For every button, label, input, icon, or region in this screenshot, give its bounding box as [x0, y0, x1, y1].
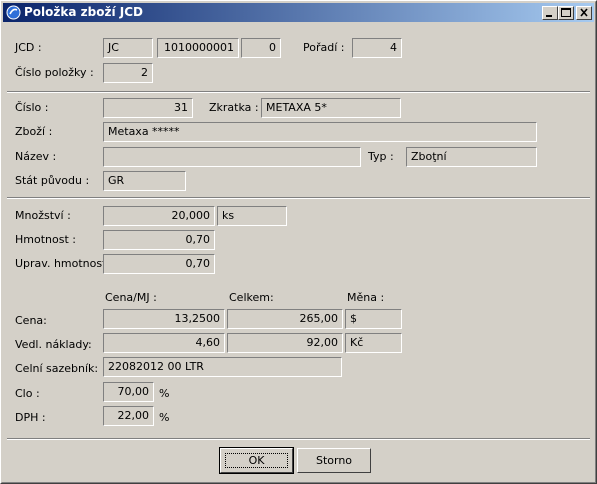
mena-header: Měna : [347, 291, 385, 304]
dph-label: DPH : [15, 411, 46, 424]
celkem-header: Celkem: [229, 291, 274, 304]
mnozstvi-label: Množství : [15, 209, 71, 222]
hmotnost-label: Hmotnost : [15, 233, 76, 246]
cena-mena-field[interactable]: $ [345, 309, 402, 329]
close-button[interactable] [576, 6, 592, 20]
cena-mj-header: Cena/MJ : [105, 291, 157, 304]
storno-button-label: Storno [315, 454, 353, 467]
cislo-field[interactable]: 31 [103, 98, 193, 118]
storno-button[interactable]: Storno [297, 448, 371, 473]
vedl-mena-field[interactable]: Kč [345, 333, 402, 353]
celni-label: Celní sazebník: [15, 362, 99, 375]
separator-2 [7, 197, 590, 199]
minimize-icon [546, 15, 552, 17]
separator-3 [7, 438, 590, 440]
app-icon [6, 5, 21, 20]
mnozstvi-field[interactable]: 20,000 [103, 206, 215, 226]
dph-field[interactable]: 22,00 [103, 406, 154, 426]
cislo-polozky-field[interactable]: 2 [103, 63, 153, 83]
maximize-icon [561, 8, 571, 17]
hmotnost-field[interactable]: 0,70 [103, 230, 215, 250]
cena-label: Cena: [15, 314, 47, 327]
cislo-polozky-label: Číslo položky : [15, 66, 94, 79]
zbozi-field[interactable]: Metaxa ***** [103, 122, 537, 142]
jcd-label: JCD : [15, 41, 42, 54]
title-bar[interactable]: Položka zboží JCD [3, 3, 594, 22]
dialog-window: Položka zboží JCD JCD : JC 1010000001 0 … [0, 0, 597, 484]
cena-celkem-field[interactable]: 265,00 [227, 309, 343, 329]
vedl-mj-field[interactable]: 4,60 [103, 333, 225, 353]
celni-field[interactable]: 22082012 00 LTR [103, 357, 342, 377]
clo-field[interactable]: 70,00 [103, 382, 154, 402]
jcd-suffix-field[interactable]: 0 [241, 38, 281, 58]
poradi-label: Pořadí : [303, 41, 345, 54]
stat-field[interactable]: GR [103, 171, 186, 191]
nazev-label: Název : [15, 150, 57, 163]
cena-mj-field[interactable]: 13,2500 [103, 309, 225, 329]
focus-rect [225, 453, 288, 468]
maximize-button[interactable] [558, 6, 574, 20]
jcd-number-field[interactable]: 1010000001 [157, 38, 239, 58]
dph-unit: % [159, 411, 170, 424]
clo-unit: % [159, 387, 170, 400]
typ-field[interactable]: Zboţní [406, 147, 537, 167]
nazev-field[interactable] [103, 147, 361, 167]
cislo-label: Číslo : [15, 101, 49, 114]
mnozstvi-unit-field[interactable]: ks [217, 206, 287, 226]
separator-1 [7, 91, 590, 93]
poradi-field[interactable]: 4 [352, 38, 402, 58]
minimize-button[interactable] [542, 6, 558, 20]
ok-button[interactable]: OK [219, 447, 294, 474]
vedl-label: Vedl. náklady: [15, 338, 92, 351]
window-title: Položka zboží JCD [24, 5, 143, 19]
typ-label: Typ : [368, 150, 394, 163]
close-icon [580, 8, 588, 17]
uprav-hmotnost-label: Uprav. hmotnost : [15, 257, 114, 270]
zkratka-field[interactable]: METAXA 5* [261, 98, 401, 118]
clo-label: Clo : [15, 387, 40, 400]
stat-label: Stát původu : [15, 174, 90, 187]
jcd-type-field[interactable]: JC [103, 38, 153, 58]
zkratka-label: Zkratka : [209, 101, 259, 114]
vedl-celkem-field[interactable]: 92,00 [227, 333, 343, 353]
uprav-hmotnost-field[interactable]: 0,70 [103, 254, 215, 274]
zbozi-label: Zboží : [15, 125, 53, 138]
